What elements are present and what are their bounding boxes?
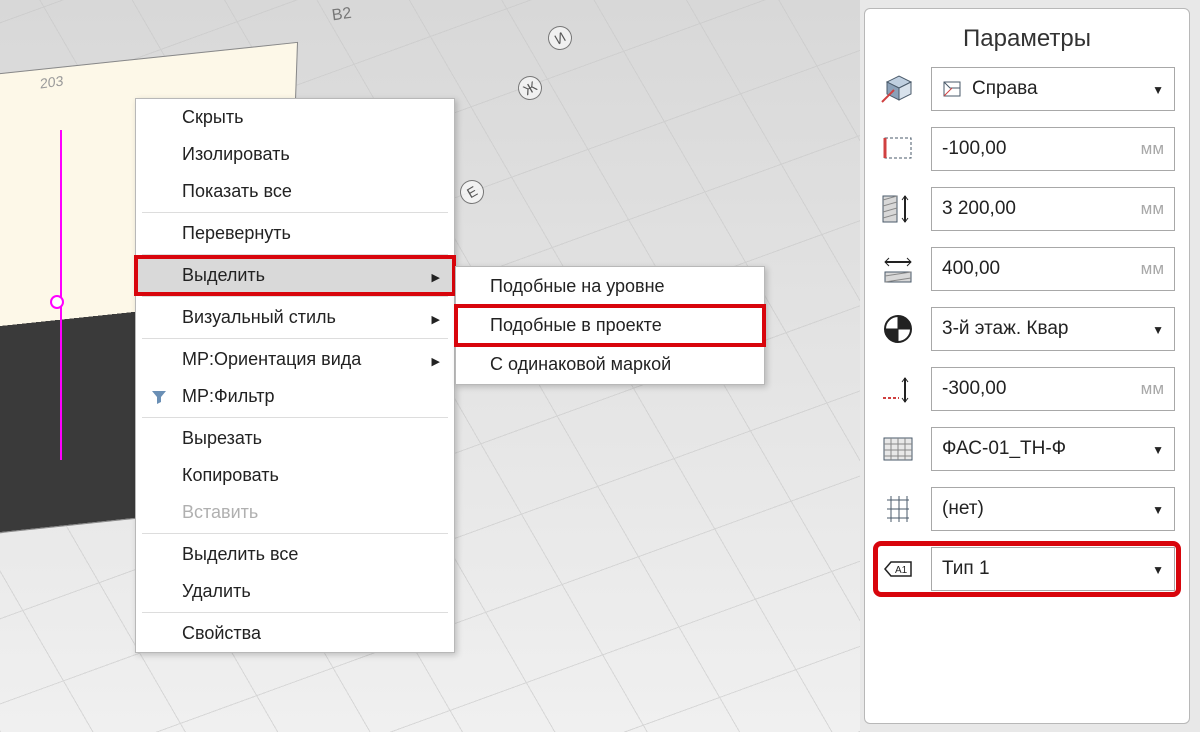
hatch-pattern-icon: [879, 430, 917, 468]
separator: [142, 212, 448, 213]
tag-icon: A1: [879, 550, 917, 588]
svg-text:A1: A1: [895, 565, 908, 576]
menu-copy[interactable]: Копировать: [136, 457, 454, 494]
axis-dimension-text: B2: [331, 5, 353, 26]
submenu-similar-on-level[interactable]: Подобные на уровне: [456, 267, 764, 306]
chevron-down-icon: [1152, 438, 1164, 460]
prop-offset-top-input[interactable]: -100,00 мм: [931, 127, 1175, 171]
menu-show-all[interactable]: Показать все: [136, 173, 454, 210]
prop-grid: (нет): [879, 487, 1175, 531]
submenu-arrow-icon: [432, 265, 440, 286]
menu-delete[interactable]: Удалить: [136, 573, 454, 610]
offset-base-icon: [879, 370, 917, 408]
prop-grid-dropdown[interactable]: (нет): [931, 487, 1175, 531]
menu-flip[interactable]: Перевернуть: [136, 215, 454, 252]
separator: [142, 533, 448, 534]
side-glyph-icon: [942, 78, 964, 100]
separator: [142, 612, 448, 613]
properties-panel: Параметры Справа -100,00 мм: [864, 8, 1190, 724]
grid-icon: [879, 490, 917, 528]
prop-type-dropdown[interactable]: Тип 1: [931, 547, 1175, 591]
prop-pattern: ФАС-01_ТН-Ф: [879, 427, 1175, 471]
menu-paste: Вставить: [136, 494, 454, 531]
submenu-same-mark[interactable]: С одинаковой маркой: [456, 345, 764, 384]
prop-offset-top: -100,00 мм: [879, 127, 1175, 171]
menu-cut[interactable]: Вырезать: [136, 420, 454, 457]
width-icon: [879, 250, 917, 288]
hatch-height-icon: [879, 190, 917, 228]
prop-offset-base: -300,00 мм: [879, 367, 1175, 411]
menu-select[interactable]: Выделить: [136, 257, 454, 294]
separator: [142, 417, 448, 418]
selection-anchor[interactable]: [50, 295, 64, 309]
prop-width-input[interactable]: 400,00 мм: [931, 247, 1175, 291]
prop-pattern-dropdown[interactable]: ФАС-01_ТН-Ф: [931, 427, 1175, 471]
prop-offset-base-input[interactable]: -300,00 мм: [931, 367, 1175, 411]
select-submenu: Подобные на уровне Подобные в проекте С …: [455, 266, 765, 385]
room-label: 203: [40, 72, 63, 91]
separator: [142, 338, 448, 339]
panel-title: Параметры: [879, 19, 1175, 67]
menu-mp-orientation[interactable]: MP:Ориентация вида: [136, 341, 454, 378]
prop-type: A1 Тип 1: [879, 547, 1175, 591]
submenu-arrow-icon: [432, 349, 440, 370]
context-menu: Скрыть Изолировать Показать все Переверн…: [135, 98, 455, 653]
menu-mp-filter[interactable]: MP:Фильтр: [136, 378, 454, 415]
filter-icon: [150, 388, 168, 406]
menu-visual-style[interactable]: Визуальный стиль: [136, 299, 454, 336]
prop-level: 3-й этаж. Квар: [879, 307, 1175, 351]
chevron-down-icon: [1152, 318, 1164, 340]
prop-side: Справа: [879, 67, 1175, 111]
chevron-down-icon: [1152, 78, 1164, 100]
chevron-down-icon: [1152, 498, 1164, 520]
menu-hide[interactable]: Скрыть: [136, 99, 454, 136]
chevron-down-icon: [1152, 558, 1164, 580]
prop-side-dropdown[interactable]: Справа: [931, 67, 1175, 111]
cube-side-icon: [879, 70, 917, 108]
menu-properties[interactable]: Свойства: [136, 615, 454, 652]
submenu-arrow-icon: [432, 307, 440, 328]
submenu-similar-in-project[interactable]: Подобные в проекте: [456, 306, 764, 345]
prop-height-input[interactable]: 3 200,00 мм: [931, 187, 1175, 231]
separator: [142, 254, 448, 255]
offset-top-icon: [879, 130, 917, 168]
prop-width: 400,00 мм: [879, 247, 1175, 291]
menu-isolate[interactable]: Изолировать: [136, 136, 454, 173]
level-icon: [879, 310, 917, 348]
separator: [142, 296, 448, 297]
prop-level-dropdown[interactable]: 3-й этаж. Квар: [931, 307, 1175, 351]
prop-height: 3 200,00 мм: [879, 187, 1175, 231]
menu-select-all[interactable]: Выделить все: [136, 536, 454, 573]
